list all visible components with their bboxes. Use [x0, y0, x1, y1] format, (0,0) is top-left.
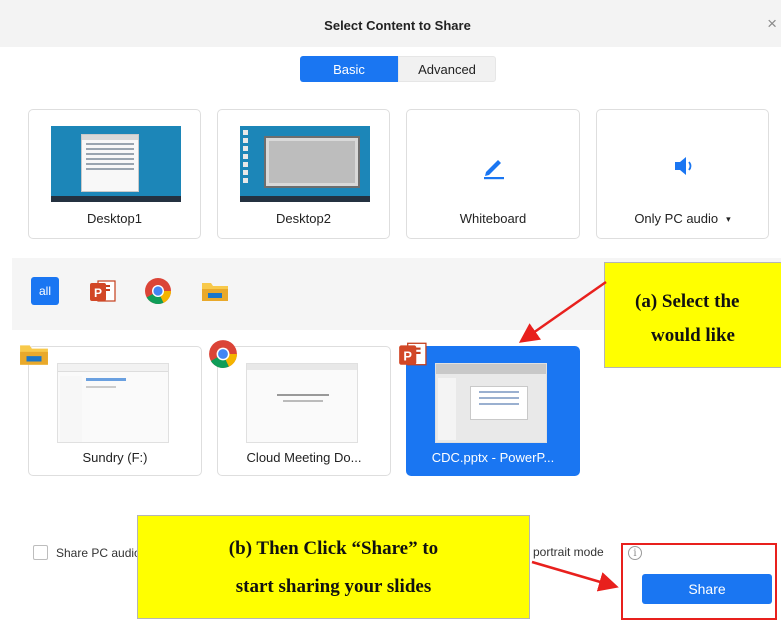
desktop2-label: Desktop2: [276, 211, 331, 226]
pc-audio-label[interactable]: Only PC audio ▾: [597, 211, 768, 226]
chrome-icon[interactable]: [144, 277, 172, 305]
speaker-icon: [675, 157, 692, 175]
title-bar: Select Content to Share ×: [0, 0, 781, 47]
desktop1-label: Desktop1: [87, 211, 142, 226]
callout-select-app: (a) Select the would like: [604, 262, 781, 368]
dialog-title: Select Content to Share: [324, 18, 471, 33]
callout-click-share: (b) Then Click “Share” to start sharing …: [137, 515, 530, 619]
app-card-powerpoint[interactable]: P CDC.pptx - PowerP...: [399, 342, 580, 476]
chrome-icon: [209, 340, 237, 368]
browser-thumbnail: [246, 363, 358, 443]
portrait-mode-label: portrait mode: [533, 545, 604, 559]
desktop2-card[interactable]: Desktop2: [217, 109, 390, 239]
powerpoint-thumbnail: [435, 363, 547, 443]
app-card-sundry[interactable]: Sundry (F:): [20, 345, 202, 476]
pen-icon: [484, 160, 504, 180]
callout-a-line2: would like: [651, 325, 735, 346]
app-label-cloud-meeting: Cloud Meeting Do...: [246, 450, 362, 465]
file-explorer-icon[interactable]: [201, 277, 229, 305]
chevron-down-icon[interactable]: ▾: [726, 214, 731, 225]
callout-a-line1: (a) Select the: [635, 291, 740, 312]
share-audio-checkbox[interactable]: [33, 545, 48, 560]
tab-bar: Basic Advanced: [300, 56, 496, 82]
app-label-powerpoint: CDC.pptx - PowerP...: [431, 450, 555, 465]
arrow-to-share: [531, 560, 619, 592]
filter-all-button[interactable]: all: [31, 277, 59, 305]
callout-b-line1: (b) Then Click “Share” to: [228, 538, 439, 559]
desktop2-thumbnail: [240, 126, 370, 202]
powerpoint-icon: P: [399, 342, 427, 366]
share-audio-label: Share PC audio: [56, 545, 141, 560]
share-audio-option[interactable]: Share PC audio: [33, 545, 141, 560]
desktop1-thumbnail: [51, 126, 181, 202]
whiteboard-card[interactable]: Whiteboard: [406, 109, 580, 239]
file-explorer-icon: [20, 345, 48, 365]
app-card-cloud-meeting[interactable]: Cloud Meeting Do...: [209, 340, 391, 476]
svg-text:P: P: [94, 286, 102, 300]
explorer-thumbnail: [57, 363, 169, 443]
portrait-mode-option: portrait mode: [533, 545, 604, 559]
whiteboard-label: Whiteboard: [459, 211, 527, 226]
svg-text:P: P: [403, 348, 412, 363]
tab-basic[interactable]: Basic: [300, 56, 398, 82]
share-highlight-frame: [621, 543, 777, 620]
tab-advanced[interactable]: Advanced: [398, 56, 496, 82]
desktop1-card[interactable]: Desktop1: [28, 109, 201, 239]
powerpoint-icon[interactable]: P: [88, 277, 116, 305]
callout-b-line2: start sharing your slides: [235, 576, 432, 597]
pc-audio-card[interactable]: Only PC audio ▾: [596, 109, 769, 239]
app-label-sundry: Sundry (F:): [82, 450, 148, 465]
close-icon[interactable]: ×: [767, 14, 777, 34]
